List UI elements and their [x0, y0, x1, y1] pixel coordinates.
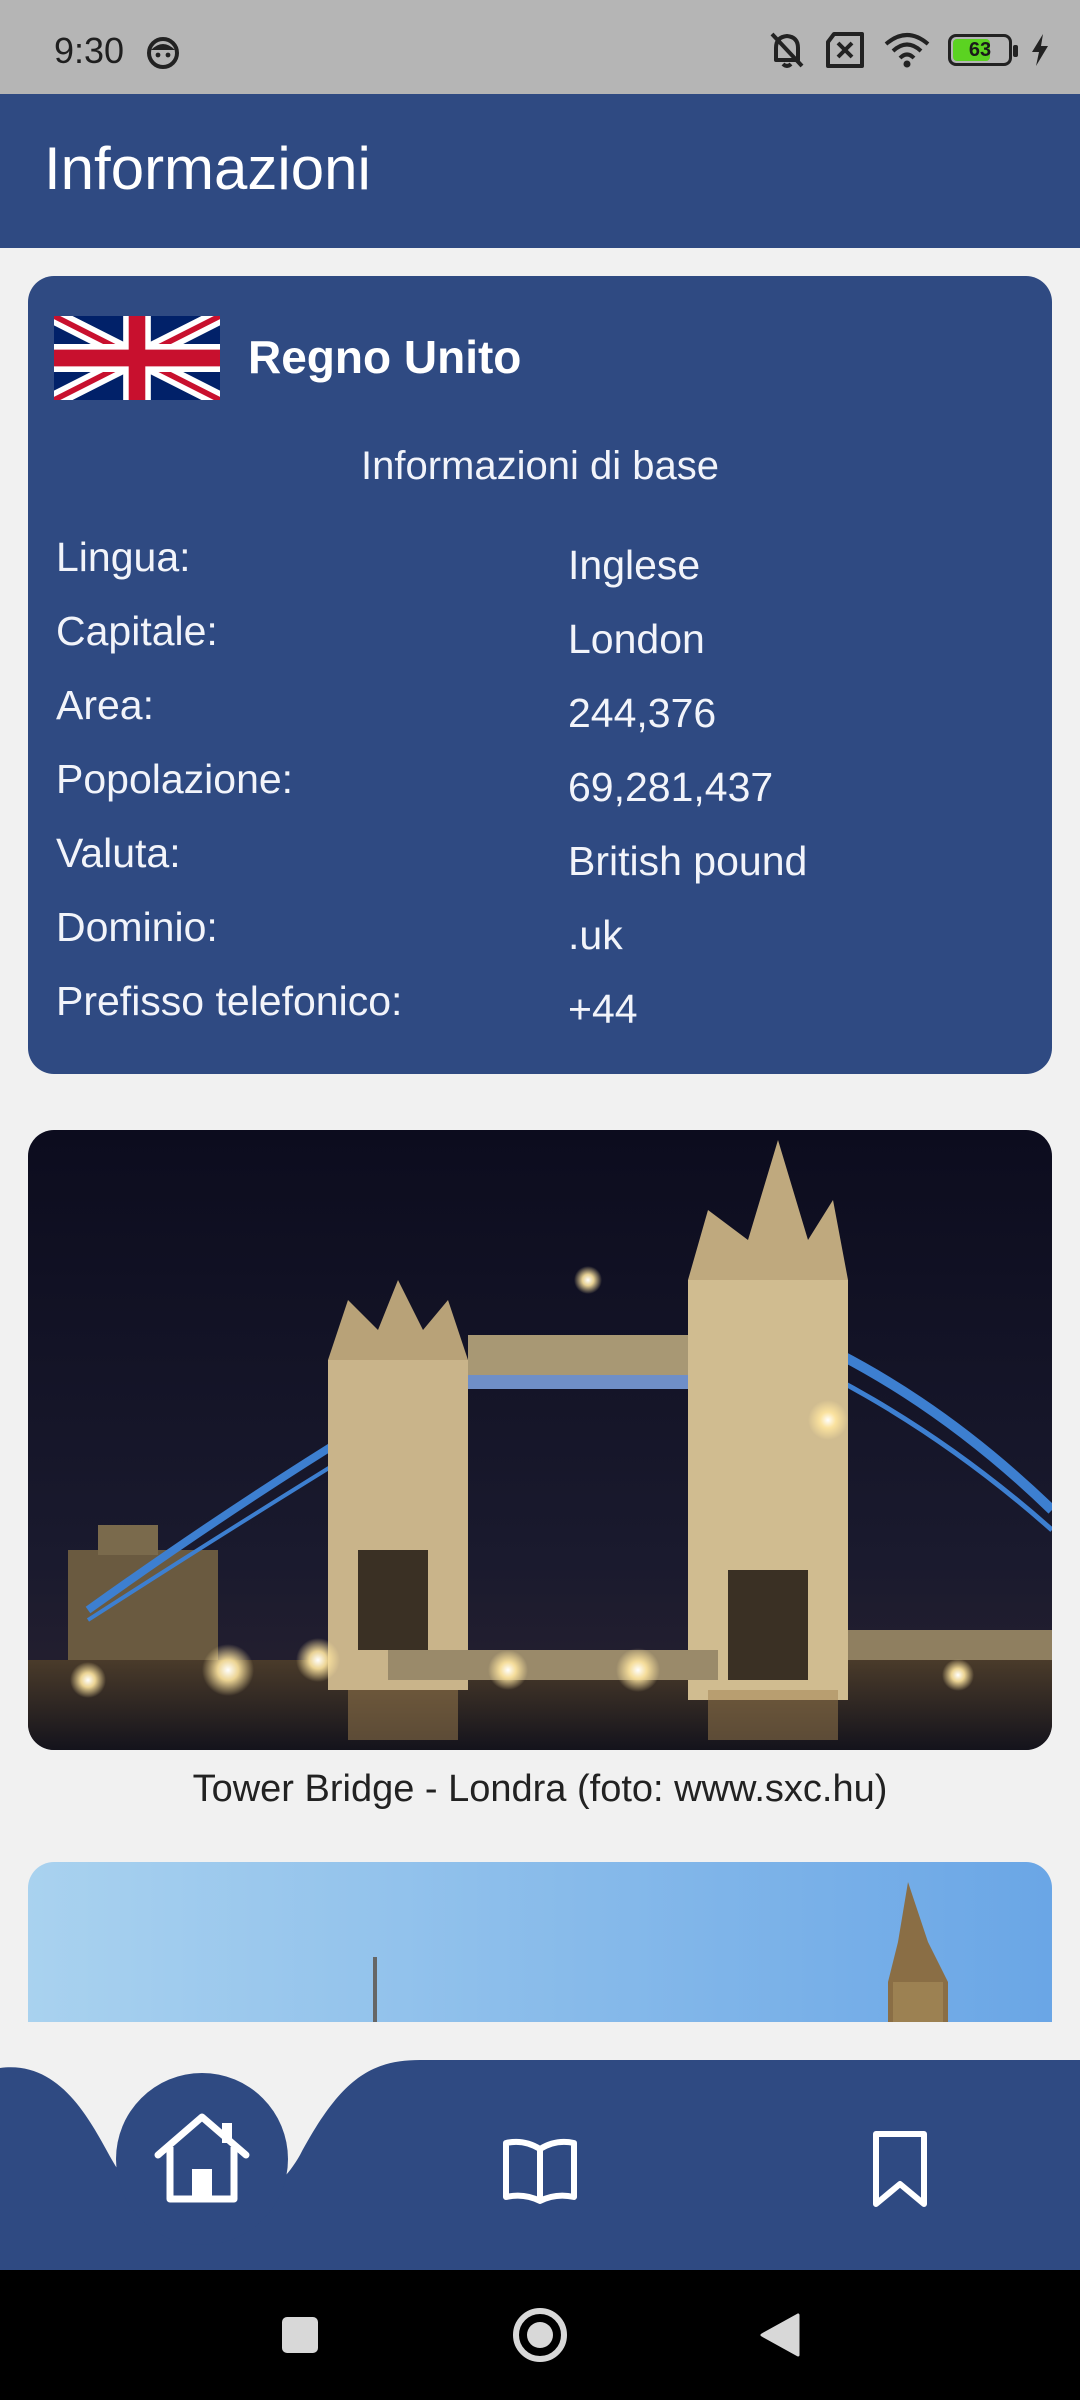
info-row-language: Lingua: Inglese [28, 534, 1052, 594]
battery-icon: 63 [948, 34, 1018, 66]
back-triangle-icon [760, 2313, 800, 2357]
info-label: Prefisso telefonico: [56, 978, 403, 1024]
app-bar: Informazioni [0, 94, 1080, 248]
info-label: Capitale: [56, 608, 218, 654]
info-label: Valuta: [56, 830, 181, 876]
wifi-icon [884, 33, 930, 68]
nav-home-button[interactable] [116, 2073, 288, 2245]
system-navigation-bar [0, 2270, 1080, 2400]
info-label: Lingua: [56, 534, 191, 580]
info-value: Inglese [568, 542, 701, 588]
info-row-phone-prefix: Prefisso telefonico: +44 [28, 978, 1052, 1038]
info-value: .uk [568, 912, 623, 958]
big-ben-photo [28, 1862, 1052, 2022]
status-time: 9:30 [54, 30, 125, 71]
country-name: Regno Unito [248, 331, 522, 383]
circle-icon [513, 2308, 567, 2362]
info-value: 69,281,437 [568, 764, 774, 810]
back-button[interactable] [740, 2270, 820, 2400]
info-row-area: Area: 244,376 [28, 682, 1052, 742]
face-icon [147, 37, 179, 69]
home-system-button[interactable] [500, 2270, 580, 2400]
bottom-navigation [0, 2060, 1080, 2270]
nav-book-button[interactable] [490, 2120, 590, 2220]
info-value: 244,376 [568, 690, 717, 736]
nav-bookmark-button[interactable] [850, 2115, 950, 2225]
home-icon [154, 2113, 250, 2203]
bell-off-icon [770, 32, 804, 68]
bookmark-icon [873, 2131, 927, 2207]
info-value: British pound [568, 838, 808, 884]
uk-flag-icon [54, 316, 220, 400]
info-row-population: Popolazione: 69,281,437 [28, 756, 1052, 816]
sim-off-icon [826, 32, 864, 68]
info-row-capital: Capitale: London [28, 608, 1052, 668]
status-bar: 9:30 63 [0, 0, 1080, 94]
info-value: London [568, 616, 705, 662]
info-label: Popolazione: [56, 756, 294, 802]
country-info-card: Regno Unito Informazioni di base Lingua:… [28, 276, 1052, 1074]
book-icon [503, 2138, 577, 2204]
info-row-currency: Valuta: British pound [28, 830, 1052, 890]
charging-bolt-icon [1032, 34, 1048, 66]
info-label: Dominio: [56, 904, 218, 950]
tower-bridge-photo [28, 1130, 1052, 1750]
recent-apps-button[interactable] [260, 2270, 340, 2400]
section-title: Informazioni di base [361, 444, 719, 488]
square-icon [282, 2317, 318, 2353]
photo-caption: Tower Bridge - Londra (foto: www.sxc.hu) [192, 1768, 888, 1810]
info-row-domain: Dominio: .uk [28, 904, 1052, 964]
battery-percent: 63 [968, 39, 992, 61]
info-label: Area: [56, 682, 154, 728]
info-value: +44 [568, 986, 638, 1032]
status-icons: 63 [768, 30, 1050, 70]
page-title: Informazioni [44, 135, 371, 202]
